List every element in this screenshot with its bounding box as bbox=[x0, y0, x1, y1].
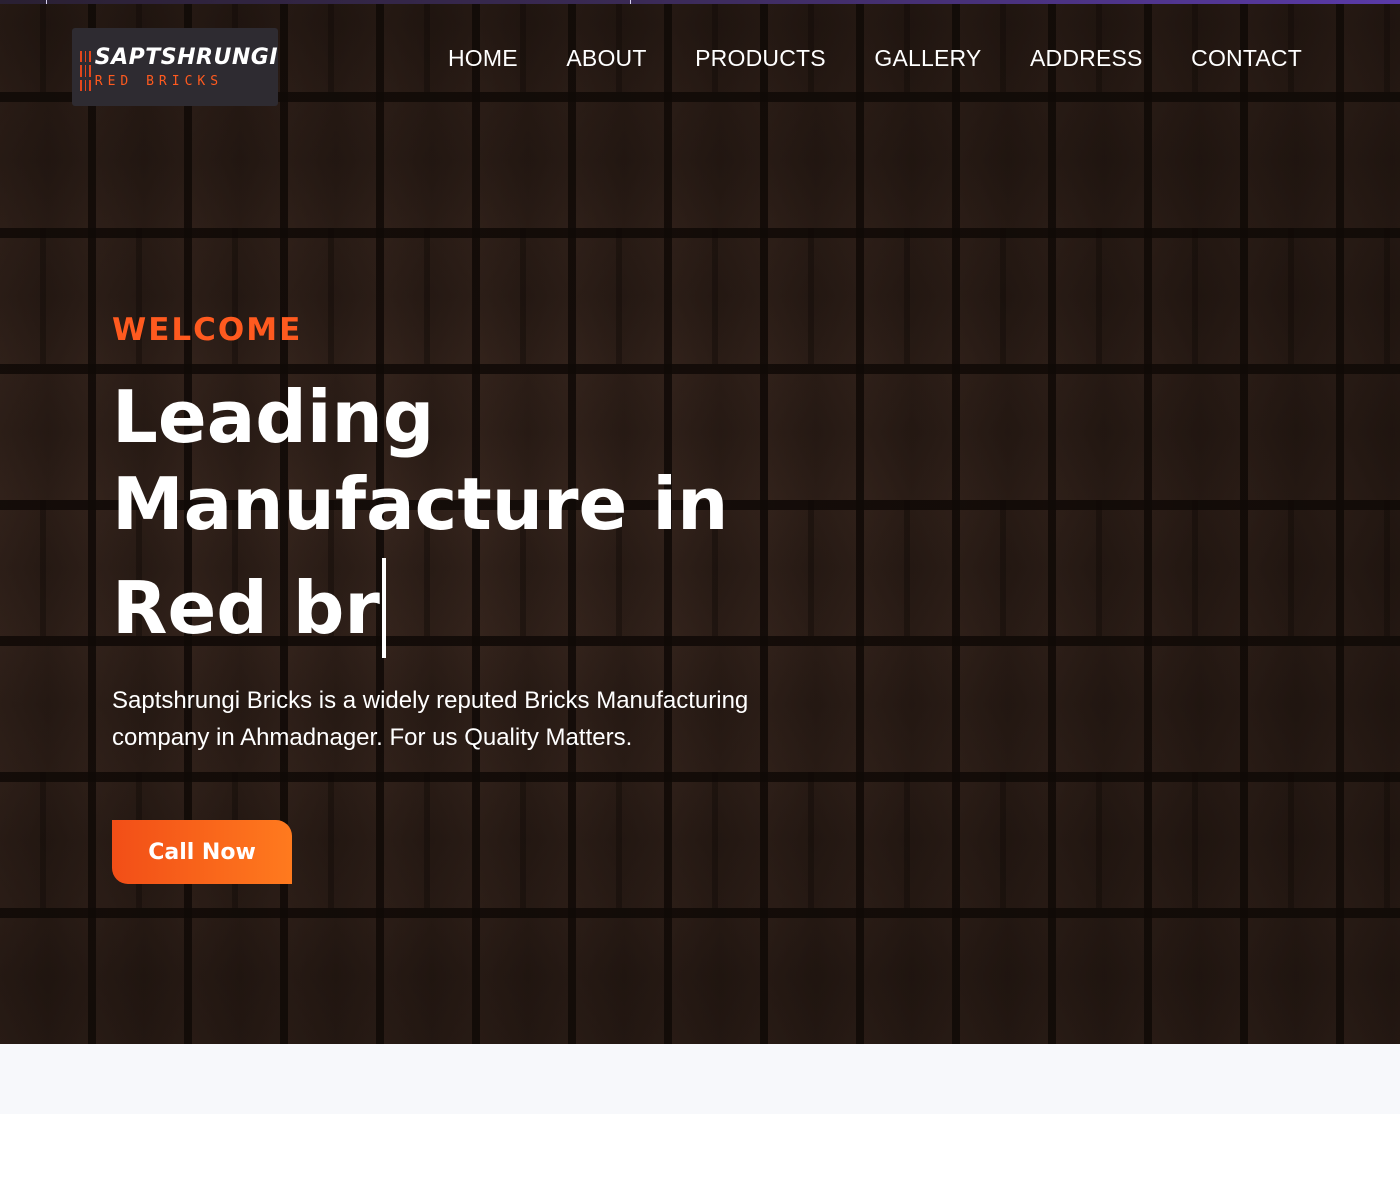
headline-typed-line: Red br bbox=[112, 558, 386, 658]
headline-line-1: Leading bbox=[112, 375, 435, 459]
hero-description: Saptshrungi Bricks is a widely reputed B… bbox=[112, 687, 749, 751]
nav-address[interactable]: ADDRESS bbox=[1030, 45, 1143, 72]
next-section-band bbox=[0, 1044, 1400, 1114]
main-navigation: HOME ABOUT PRODUCTS GALLERY ADDRESS CONT… bbox=[448, 42, 1302, 74]
nav-products[interactable]: PRODUCTS bbox=[695, 45, 826, 72]
typing-caret bbox=[381, 558, 386, 658]
top-strip-tick bbox=[630, 0, 631, 4]
top-strip-tick bbox=[46, 0, 47, 4]
nav-home[interactable]: HOME bbox=[448, 45, 518, 72]
browser-top-strip bbox=[0, 0, 1400, 4]
nav-about[interactable]: ABOUT bbox=[566, 45, 646, 72]
hero-headline: Leading Manufacture in Red br bbox=[112, 374, 812, 658]
brand-logo[interactable]: SAPTSHRUNGI RED BRICKS bbox=[72, 28, 278, 106]
call-now-button[interactable]: Call Now bbox=[112, 820, 292, 884]
hero-eyebrow: WELCOME bbox=[112, 312, 303, 348]
brick-logo-icon bbox=[80, 51, 91, 91]
brand-name: SAPTSHRUNGI bbox=[94, 44, 278, 70]
typed-text: Red br bbox=[112, 566, 380, 650]
brand-tagline: RED BRICKS bbox=[94, 73, 224, 89]
nav-contact[interactable]: CONTACT bbox=[1191, 45, 1302, 72]
brand-wordmark: SAPTSHRUNGI RED BRICKS bbox=[94, 44, 278, 89]
hero-section: SAPTSHRUNGI RED BRICKS HOME ABOUT PRODUC… bbox=[0, 4, 1400, 1044]
headline-line-2: Manufacture in bbox=[112, 462, 729, 546]
nav-gallery[interactable]: GALLERY bbox=[874, 45, 981, 72]
